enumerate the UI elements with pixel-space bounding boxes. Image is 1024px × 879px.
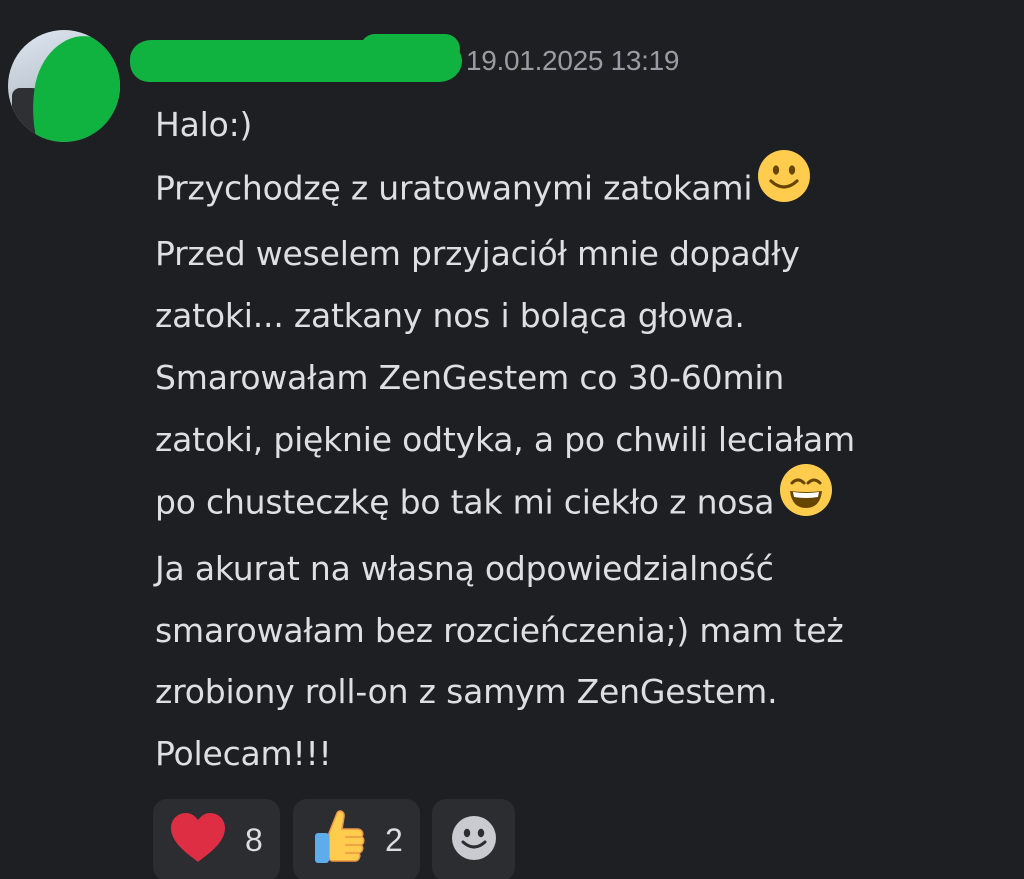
- chat-message: 19.01.2025 13:19 Halo:) Przychodzę z ura…: [0, 0, 1024, 879]
- thumbs-up-icon: [311, 809, 367, 871]
- message-line: smarowałam bez rozcieńczenia;) mam też: [155, 610, 844, 650]
- message-line-with-emoji: po chusteczkę bo tak mi ciekło z nosa: [155, 464, 1015, 538]
- message-line: Polecam!!!: [155, 734, 332, 774]
- message-line: po chusteczkę bo tak mi ciekło z nosa: [155, 482, 775, 522]
- heart-icon: [169, 812, 227, 868]
- avatar-redaction: [22, 30, 120, 142]
- add-reaction-button[interactable]: [432, 799, 515, 879]
- avatar[interactable]: [8, 30, 120, 142]
- message-line: Halo:): [155, 105, 253, 144]
- message-line: Ja akurat na własną odpowiedzialność: [155, 548, 774, 588]
- add-reaction-icon: [450, 814, 498, 866]
- reaction-count: 8: [245, 821, 263, 858]
- message-line: Przychodzę z uratowanymi zatokami: [155, 168, 753, 208]
- message-timestamp: 19.01.2025 13:19: [466, 45, 680, 76]
- message-line: zatoki, pięknie odtyka, a po chwili leci…: [155, 419, 856, 459]
- message-body: Halo:) Przychodzę z uratowanymi zatokami…: [155, 94, 1015, 785]
- message-line: zatoki... zatkany nos i boląca głowa.: [155, 296, 745, 336]
- message-line: Smarowałam ZenGestem co 30-60min: [155, 357, 785, 397]
- reaction-thumbs-up[interactable]: 2: [293, 799, 420, 879]
- reaction-heart[interactable]: 8: [153, 799, 280, 879]
- message-line-with-emoji: Przychodzę z uratowanymi zatokami: [155, 149, 1015, 224]
- reaction-count: 2: [385, 821, 403, 858]
- grinning-face-with-smiling-eyes-icon: [778, 462, 834, 538]
- message-line: Przed weselem przyjaciół mnie dopadły: [155, 234, 800, 274]
- slightly-smiling-face-icon: [756, 148, 812, 224]
- message-line: zrobiony roll-on z samym ZenGestem.: [155, 672, 778, 712]
- username-redaction: [130, 34, 462, 82]
